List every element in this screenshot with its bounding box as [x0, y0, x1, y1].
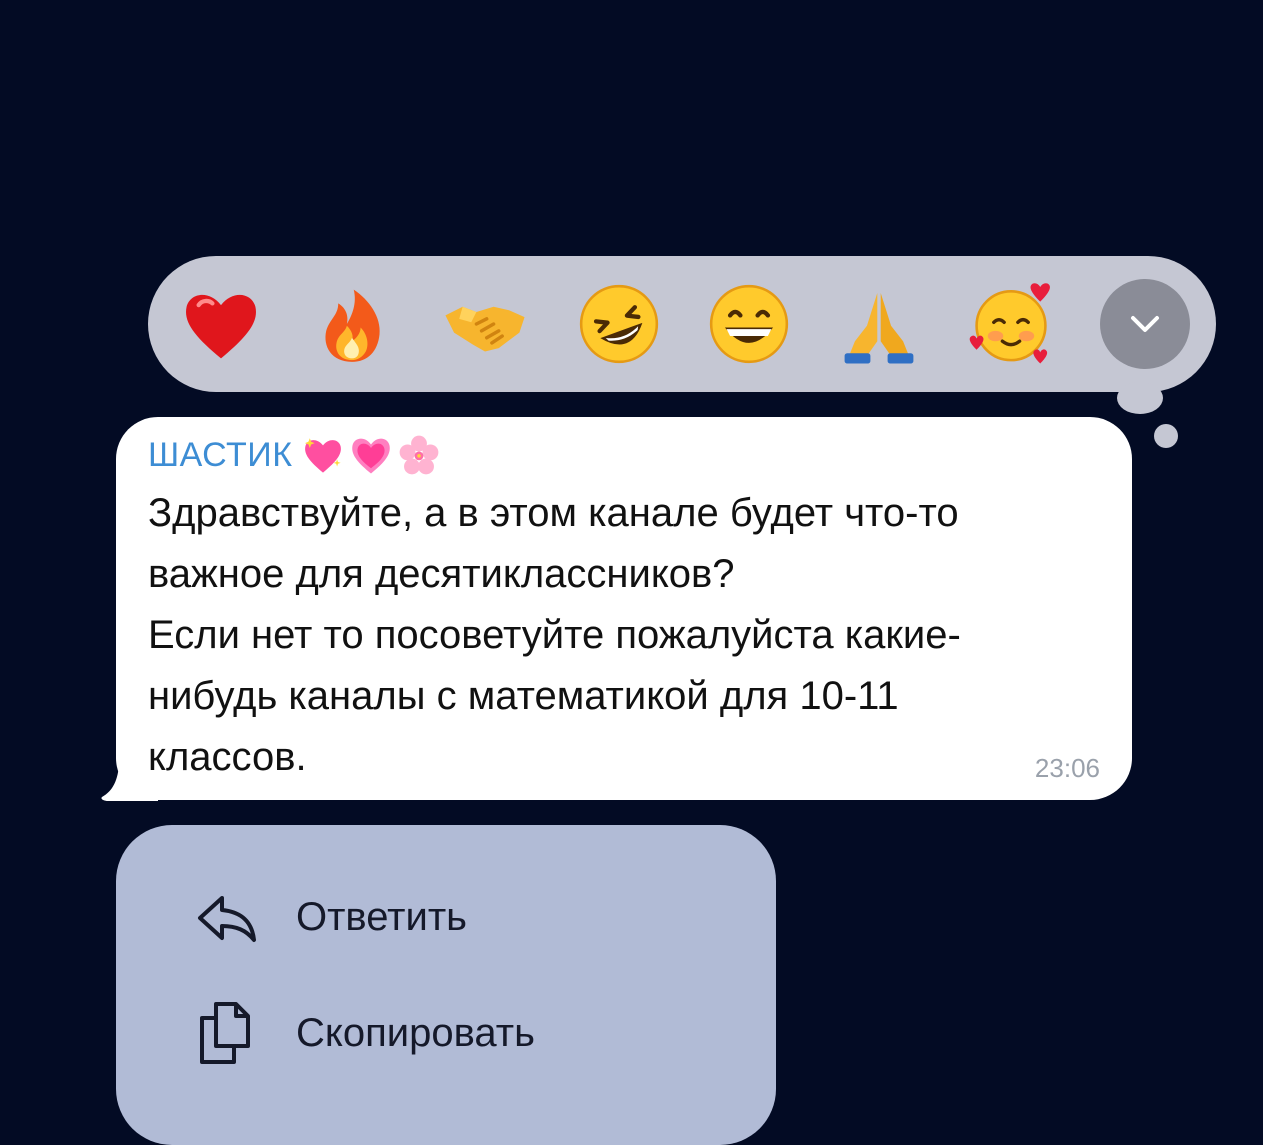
- reaction-bar-tail-dot-small: [1154, 424, 1178, 448]
- sender-name: ШАСТИК: [148, 435, 293, 474]
- rolling-laughing-icon: [579, 284, 659, 364]
- context-menu: Ответить Скопировать: [116, 825, 776, 1145]
- sender-emoji-group: [301, 433, 445, 477]
- reaction-rolling-laughing[interactable]: [574, 279, 664, 369]
- message-sender[interactable]: ШАСТИК: [148, 433, 1100, 477]
- message-bubble[interactable]: ШАСТИК Здравствуйте, а в этом канале буд…: [116, 417, 1132, 800]
- expand-reactions-button[interactable]: [1100, 279, 1190, 369]
- red-heart-icon: [186, 294, 256, 359]
- reaction-smiling-hearts[interactable]: [966, 279, 1056, 369]
- chevron-down-icon: [1131, 316, 1159, 332]
- reaction-fire[interactable]: [307, 279, 397, 369]
- smiling-hearts-icon: [969, 283, 1050, 364]
- reaction-red-heart[interactable]: [176, 279, 266, 369]
- reply-icon: [198, 896, 256, 942]
- message-text: Здравствуйте, а в этом канале будет что-…: [148, 491, 961, 779]
- reaction-folded-hands[interactable]: [834, 279, 924, 369]
- message-time: 23:06: [1034, 753, 1100, 783]
- handshake-icon: [445, 306, 525, 352]
- growing-heart-icon: [351, 438, 390, 474]
- sparkling-heart-icon: [304, 438, 341, 473]
- folded-hands-icon: [844, 293, 914, 364]
- menu-item-reply-label: Ответить: [296, 894, 467, 939]
- cherry-blossom-icon: [399, 435, 438, 475]
- menu-item-copy[interactable]: Скопировать: [192, 993, 535, 1073]
- grinning-face-icon: [709, 284, 789, 364]
- menu-item-reply[interactable]: Ответить: [192, 877, 467, 957]
- menu-item-copy-label: Скопировать: [296, 1010, 535, 1055]
- reaction-handshake[interactable]: [440, 279, 530, 369]
- copy-icon: [200, 1002, 250, 1064]
- reaction-grinning-face[interactable]: [704, 279, 794, 369]
- reaction-bar-tail-dot: [1117, 382, 1163, 414]
- fire-icon: [325, 289, 380, 362]
